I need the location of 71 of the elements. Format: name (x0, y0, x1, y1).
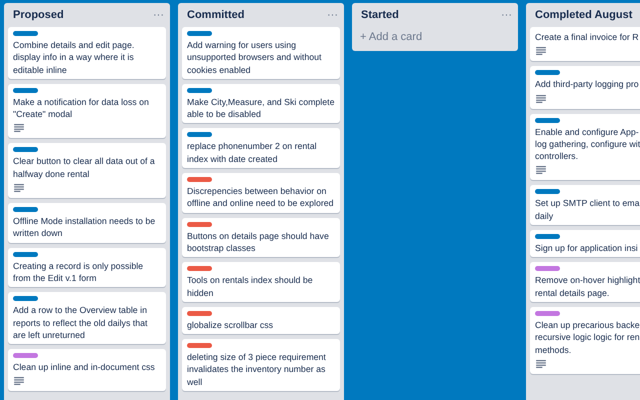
task-card[interactable]: Tools on rentals index should be hidden (182, 262, 340, 302)
card-title: Make City,Measure, and Ski complete (187, 96, 334, 108)
card-title: deleting size of 3 piece requirement (187, 351, 326, 364)
task-card[interactable]: globalize scrollbar css (182, 306, 340, 334)
list-title: Proposed (13, 9, 64, 21)
card-title: Creating a record is only possible (13, 260, 144, 272)
task-card[interactable]: Add warning for users using unsupported browsers and without cookies enabled (182, 27, 340, 79)
card-title: unsupported browsers and without (187, 51, 322, 64)
task-card[interactable]: replace phonenumber 2 on rental index with date created (182, 128, 340, 168)
card-title: Add warning for users using (187, 39, 298, 52)
card-title: daily (535, 210, 554, 222)
card-title: editable inline (13, 64, 68, 76)
card-title: replace phonenumber 2 on rental (187, 140, 317, 153)
task-card[interactable]: Clear button to clear all data out of a halfway done rental (8, 143, 166, 198)
task-card[interactable]: Make a notification for data loss on "Create" modal (8, 84, 166, 138)
card-title: from the Edit v.1 form (13, 272, 98, 284)
task-card[interactable]: Clean up inline and in-document css (8, 349, 166, 392)
card-title: Add third-party logging pro (535, 78, 639, 91)
card-title: reports to reflect the old dailys that (13, 316, 148, 329)
task-card[interactable]: Discrepencies between behavior on offline and online need to be explored (182, 173, 340, 213)
card-title: index with date created (187, 152, 278, 166)
card-title: Create a final invoice for R (535, 31, 639, 44)
card-title: rental details page. (535, 286, 610, 299)
task-card[interactable]: Enable and configure App- log gathering, configure wit controllers. (530, 114, 640, 180)
task-card[interactable]: Set up SMTP client to ema daily (530, 185, 640, 226)
card-title: Combine details and edit page. (13, 39, 134, 52)
card-title: Tools on rentals index should be (187, 274, 313, 287)
task-card[interactable]: deleting size of 3 piece requirement invalidates the inventory number as well (182, 339, 340, 392)
task-card[interactable]: Make City,Measure, and Ski complete able to be disabled (182, 84, 340, 124)
task-card[interactable]: Add a row to the Overview table in reports to reflect the old dailys that are left unreturned (8, 292, 166, 344)
card-title: Enable and configure App- (535, 126, 640, 138)
card-title: Clear button to clear all data out of a (13, 155, 155, 168)
card-title: Offline Mode installation needs to be (13, 215, 156, 228)
card-title: Sign up for application insi (535, 242, 638, 254)
list-title: Committed (187, 9, 244, 21)
task-card[interactable]: Clean up precarious backe recursive logic logic for ren methods. (530, 306, 640, 374)
card-title: bootstrap classes (187, 242, 256, 254)
card-title: cookies enabled (187, 64, 252, 76)
card-title: are left unreturned (13, 328, 86, 342)
card-title: Clean up inline and in-document css (13, 361, 155, 374)
task-card[interactable]: Add third-party logging pro (530, 66, 640, 109)
task-card[interactable]: Remove on-hover highlight rental details page. (530, 262, 640, 302)
card-title: Discrepencies between behavior on (187, 185, 328, 198)
task-card[interactable]: Sign up for application insi (530, 230, 640, 258)
list-title: Completed August (535, 9, 632, 21)
card-title: display info in a way where it is (13, 51, 134, 64)
task-card[interactable]: Combine details and edit page. display info in a way where it is editable inline (8, 27, 166, 79)
card-title: globalize scrollbar css (187, 318, 274, 332)
card-title: Make a notification for data loss on (13, 96, 149, 108)
task-card[interactable]: Offline Mode installation needs to be written down (8, 203, 166, 243)
card-title: methods. (535, 344, 572, 356)
card-title: Clean up precarious backe (535, 318, 640, 332)
card-title: written down (13, 227, 64, 240)
card-title: Remove on-hover highlight (535, 274, 640, 287)
card-title: able to be disabled (187, 108, 262, 120)
card-title: recursive logic logic for ren (535, 331, 640, 344)
card-title: offline and online need to be explored (187, 197, 334, 210)
card-title: well (187, 376, 204, 388)
card-title: Add a row to the Overview table in (13, 304, 148, 317)
card-title: Set up SMTP client to ema (535, 197, 640, 210)
card-title: halfway done rental (13, 168, 90, 180)
list-title: Started (361, 9, 399, 21)
card-title: Buttons on details page should have (187, 230, 329, 242)
task-card[interactable]: Create a final invoice for R (530, 27, 640, 62)
card-title: hidden (187, 286, 214, 299)
card-title: log gathering, configure wit (535, 138, 640, 150)
task-card[interactable]: Buttons on details page should have bootstrap classes (182, 218, 340, 258)
task-card[interactable]: Creating a record is only possible from the Edit v.1 form (8, 248, 166, 288)
card-title: "Create" modal (13, 108, 74, 120)
card-title: invalidates the inventory number as (187, 363, 326, 376)
card-title: controllers. (535, 150, 580, 162)
